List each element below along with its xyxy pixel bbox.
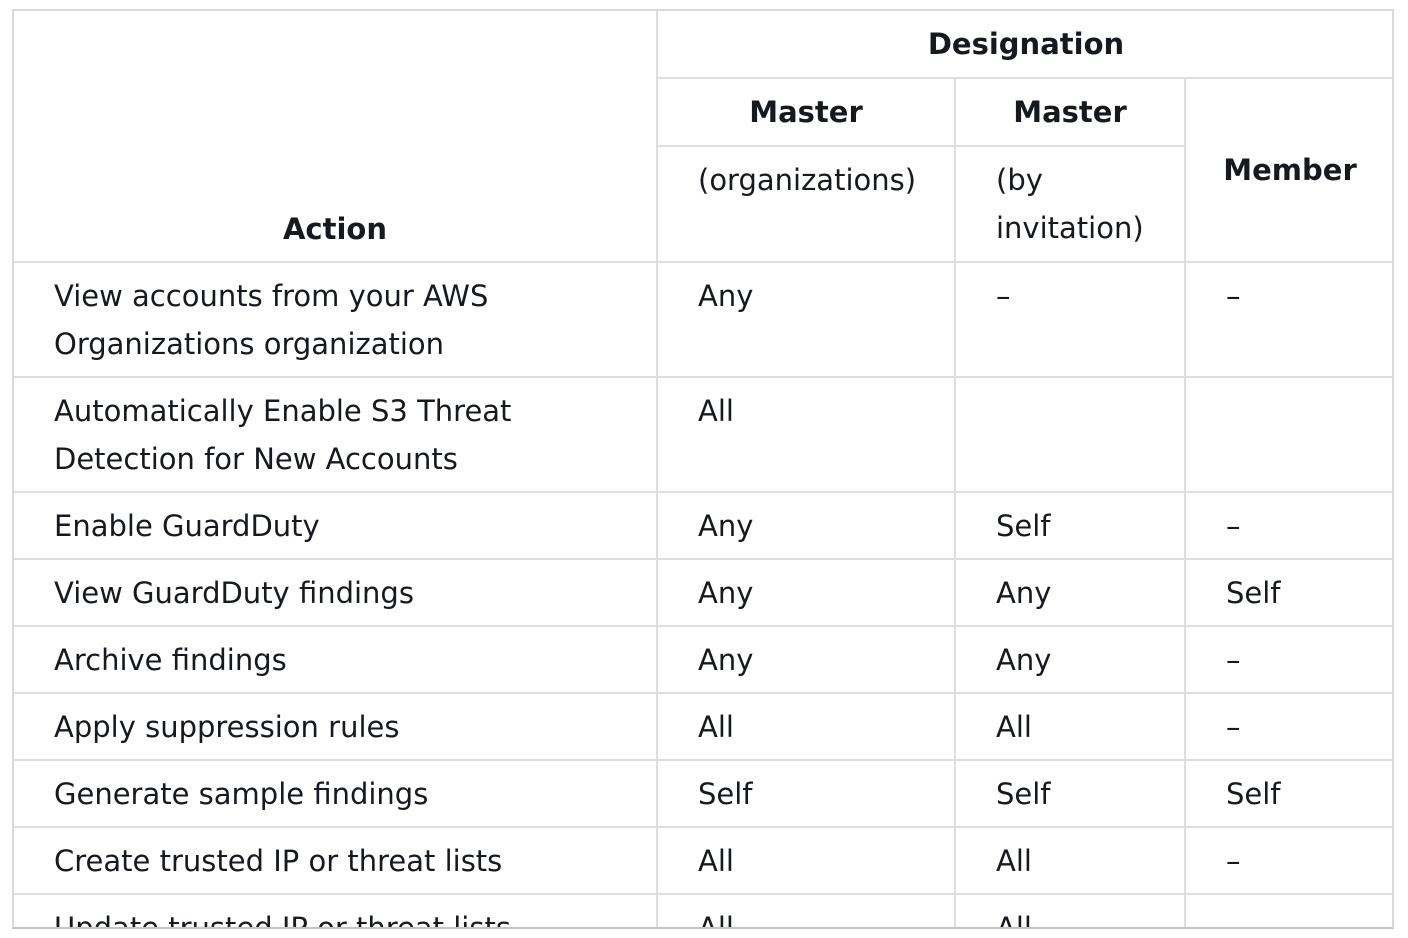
member-cell	[1183, 376, 1392, 493]
member-cell: –	[1183, 893, 1392, 927]
action-cell: View accounts from your AWS Organization…	[14, 261, 658, 378]
table-header: Action Designation Master Master Member …	[14, 11, 1392, 263]
table-row: Enable GuardDuty Any Self –	[14, 491, 1392, 560]
master-invitation-header: Master	[954, 77, 1186, 147]
permissions-table-frame: Action Designation Master Master Member …	[12, 9, 1394, 929]
action-cell: Generate sample findings	[14, 759, 658, 828]
table-row: Create trusted IP or threat lists All Al…	[14, 826, 1392, 895]
table-row: View GuardDuty findings Any Any Self	[14, 558, 1392, 627]
master-organizations-cell: All	[656, 826, 956, 895]
table-row: View accounts from your AWS Organization…	[14, 261, 1392, 378]
permissions-table: Action Designation Master Master Member …	[14, 11, 1392, 927]
action-cell: Create trusted IP or threat lists	[14, 826, 658, 895]
action-cell: Automatically Enable S3 Threat Detection…	[14, 376, 658, 493]
master-organizations-cell: All	[656, 692, 956, 761]
table-row: Archive findings Any Any –	[14, 625, 1392, 694]
master-invitation-cell: –	[954, 261, 1186, 378]
action-cell: Enable GuardDuty	[14, 491, 658, 560]
action-cell: Update trusted IP or threat lists	[14, 893, 658, 927]
action-cell: Apply suppression rules	[14, 692, 658, 761]
action-column-header: Action	[14, 11, 658, 263]
master-organizations-cell: Self	[656, 759, 956, 828]
member-cell: –	[1183, 491, 1392, 560]
master-organizations-header: Master	[657, 77, 956, 147]
action-cell: Archive findings	[14, 625, 658, 694]
member-cell: –	[1183, 826, 1392, 895]
member-cell: Self	[1183, 558, 1392, 627]
master-invitation-cell: All	[954, 692, 1186, 761]
master-invitation-cell: Self	[954, 759, 1186, 828]
master-organizations-cell: Any	[656, 558, 956, 627]
member-cell: –	[1183, 692, 1392, 761]
master-organizations-cell: All	[656, 376, 956, 493]
member-cell: Self	[1183, 759, 1392, 828]
master-organizations-cell: Any	[656, 491, 956, 560]
table-body: View accounts from your AWS Organization…	[14, 261, 1392, 927]
header-row-designation: Action Designation	[14, 11, 1392, 263]
designation-header: Designation	[655, 11, 1392, 79]
master-invitation-cell: All	[954, 893, 1186, 927]
action-cell: View GuardDuty findings	[14, 558, 658, 627]
master-invitation-cell: Self	[954, 491, 1186, 560]
table-row: Apply suppression rules All All –	[14, 692, 1392, 761]
master-organizations-cell: Any	[656, 625, 956, 694]
member-header: Member	[1183, 77, 1392, 263]
master-invitation-cell	[954, 376, 1186, 493]
table-row: Automatically Enable S3 Threat Detection…	[14, 376, 1392, 493]
member-cell: –	[1183, 261, 1392, 378]
master-invitation-cell: Any	[954, 558, 1186, 627]
table-row: Generate sample findings Self Self Self	[14, 759, 1392, 828]
master-invitation-cell: All	[954, 826, 1186, 895]
table-row: Update trusted IP or threat lists All Al…	[14, 893, 1392, 927]
master-organizations-cell: Any	[656, 261, 956, 378]
master-invitation-subheader: (by invitation)	[954, 145, 1185, 263]
member-cell: –	[1183, 625, 1392, 694]
master-organizations-cell: All	[656, 893, 956, 927]
master-invitation-cell: Any	[954, 625, 1186, 694]
master-organizations-subheader: (organizations)	[657, 145, 956, 263]
